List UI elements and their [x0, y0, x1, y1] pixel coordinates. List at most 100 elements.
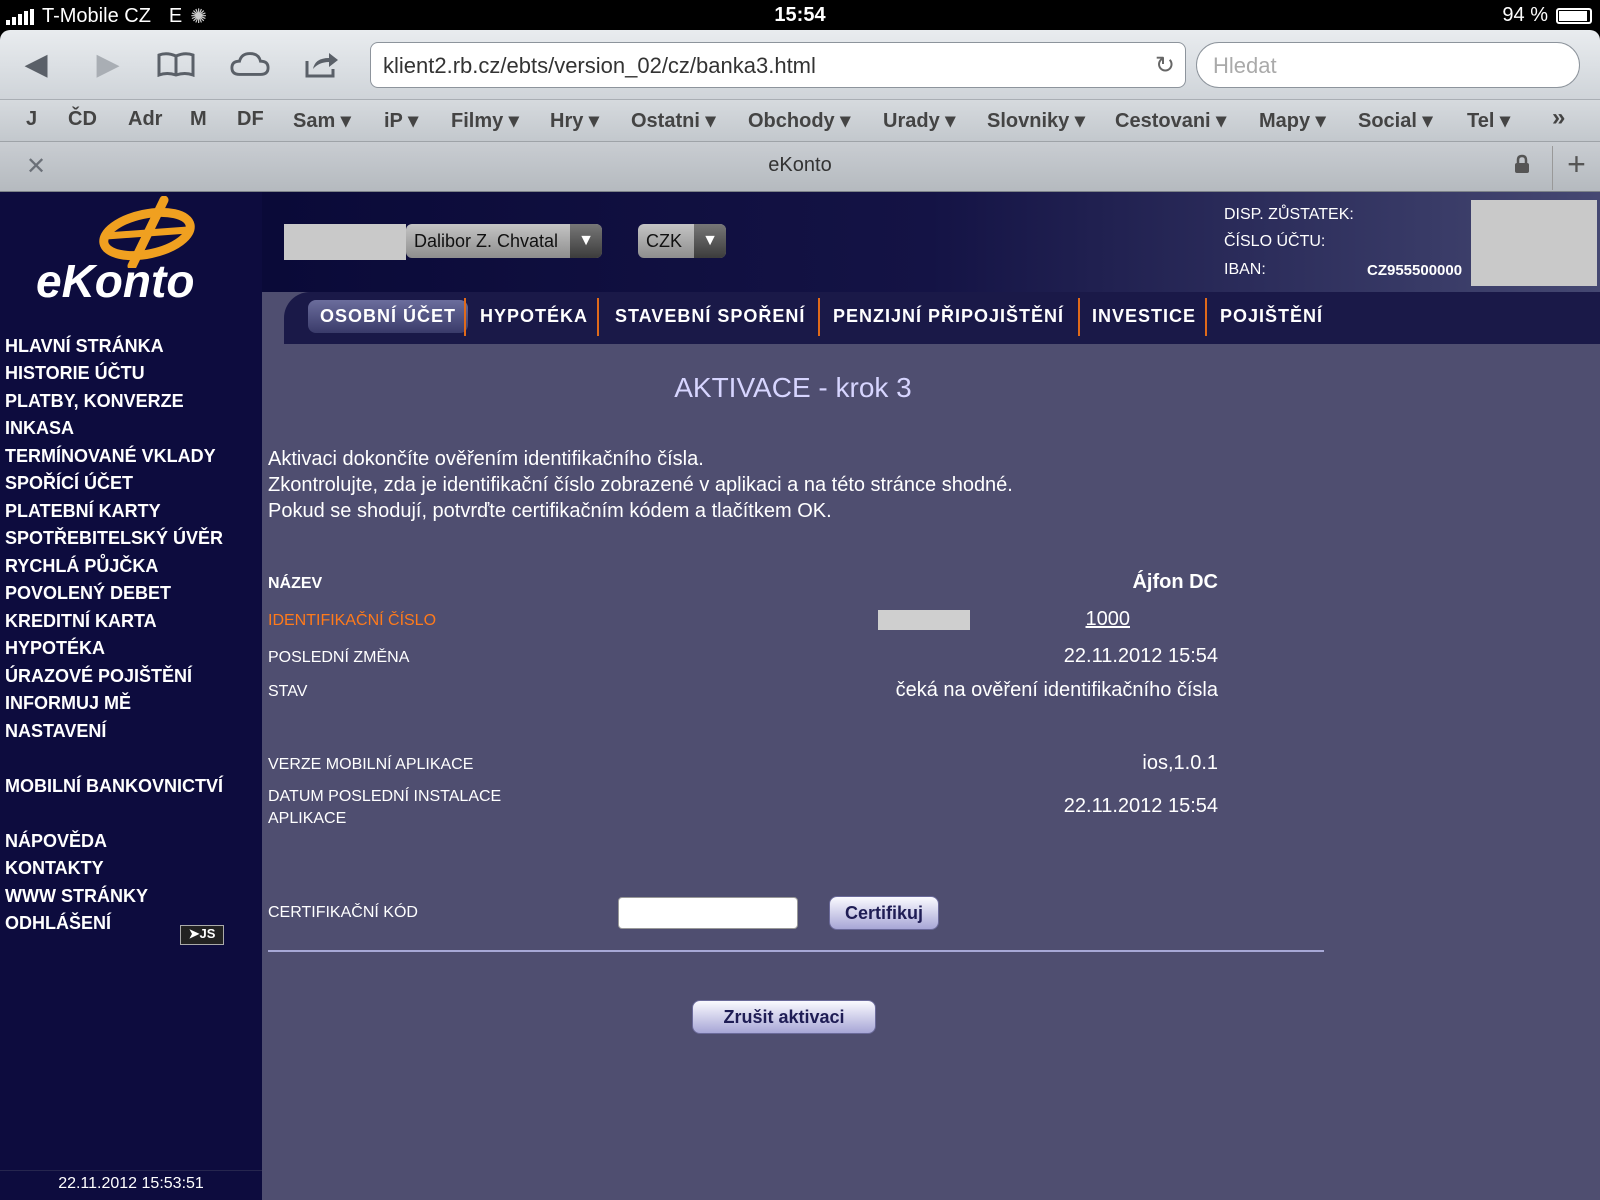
browser-toolbar: ◀ ▶ klient2.rb.cz/ebts/version_02/cz/ban… — [0, 30, 1600, 100]
sidebar-item-sporici-ucet[interactable]: SPOŘÍCÍ ÚČET — [5, 473, 133, 494]
session-timestamp: 22.11.2012 15:53:51 — [0, 1170, 262, 1193]
install-date-value: 22.11.2012 15:54 — [1063, 795, 1218, 817]
tab-penzijni-pripojisteni[interactable]: PENZIJNÍ PŘIPOJIŠTĚNÍ — [833, 306, 1064, 327]
sidebar-item-platby[interactable]: PLATBY, KONVERZE — [5, 391, 184, 412]
main-content: AKTIVACE - krok 3 Aktivaci dokončíte ově… — [262, 350, 1600, 1200]
forward-icon[interactable]: ▶ — [88, 44, 128, 84]
status-time: 15:54 — [774, 4, 826, 26]
bookmarks-icon[interactable] — [156, 44, 196, 84]
disp-balance-label: DISP. ZŮSTATEK: — [1224, 206, 1354, 223]
bookmark-item[interactable]: ČD — [68, 108, 97, 131]
bookmark-item[interactable]: Adr — [128, 108, 162, 131]
reload-icon[interactable]: ↻ — [1155, 51, 1175, 80]
sidebar-item-nastaveni[interactable]: NASTAVENÍ — [5, 721, 106, 742]
tab-pojisteni[interactable]: POJIŠTĚNÍ — [1220, 306, 1323, 327]
bookmark-item[interactable]: DF — [237, 108, 264, 131]
sidebar: eKonto HLAVNÍ STRÁNKA HISTORIE ÚČTU PLAT… — [0, 192, 262, 1200]
bookmark-item[interactable]: Tel ▾ — [1467, 108, 1510, 133]
share-icon[interactable] — [302, 44, 342, 84]
bookmark-item[interactable]: J — [26, 108, 37, 131]
browser-tab-bar: ✕ eKonto + — [0, 142, 1600, 192]
bookmark-item[interactable]: Ostatni ▾ — [631, 108, 716, 133]
sidebar-item-odhlaseni[interactable]: ODHLÁŠENÍ — [5, 913, 111, 934]
bookmark-item[interactable]: Mapy ▾ — [1259, 108, 1326, 133]
chevron-down-icon: ▼ — [570, 224, 602, 258]
last-change-label: POSLEDNÍ ZMĚNA — [268, 649, 410, 666]
currency-value: CZK — [646, 231, 682, 251]
bookmark-item[interactable]: Hry ▾ — [550, 108, 599, 133]
page-title: AKTIVACE - krok 3 — [674, 372, 912, 403]
app-version-value: ios,1.0.1 — [1142, 752, 1218, 774]
last-change-value: 22.11.2012 15:54 — [1063, 645, 1218, 667]
sidebar-item-platebni-karty[interactable]: PLATEBNÍ KARTY — [5, 501, 161, 522]
bookmark-item[interactable]: Cestovani ▾ — [1115, 108, 1226, 133]
divider — [268, 950, 1324, 952]
tab-osobni-ucet[interactable]: OSOBNÍ ÚČET — [308, 300, 469, 333]
bookmark-item[interactable]: Sam ▾ — [293, 108, 351, 133]
url-bar[interactable]: klient2.rb.cz/ebts/version_02/cz/banka3.… — [370, 42, 1186, 88]
url-text: klient2.rb.cz/ebts/version_02/cz/banka3.… — [383, 53, 816, 78]
install-date-label: DATUM POSLEDNÍ INSTALACE APLIKACE — [268, 788, 502, 827]
sidebar-item-inkasa[interactable]: INKASA — [5, 418, 74, 439]
bookmark-item[interactable]: Filmy ▾ — [451, 108, 519, 133]
intro-line: Zkontrolujte, zda je identifikační číslo… — [268, 474, 1013, 496]
sidebar-item-hlavni-stranka[interactable]: HLAVNÍ STRÁNKA — [5, 336, 164, 357]
state-label: STAV — [268, 683, 308, 700]
name-value: Ájfon DC — [1132, 571, 1218, 593]
intro-line: Aktivaci dokončíte ověřením identifikačn… — [268, 448, 704, 470]
bookmark-item[interactable]: iP ▾ — [384, 108, 418, 133]
cert-code-input[interactable] — [618, 897, 798, 929]
state-value: čeká na ověření identifikačního čísla — [895, 679, 1218, 701]
tab-investice[interactable]: INVESTICE — [1092, 306, 1196, 327]
new-tab-icon[interactable]: + — [1552, 146, 1600, 190]
page-header: Dalibor Z. Chvatal ▼ CZK ▼ DISP. ZŮSTATE… — [262, 192, 1600, 292]
tab-stavebni-sporeni[interactable]: STAVEBNÍ SPOŘENÍ — [615, 306, 805, 327]
bookmark-item[interactable]: Slovniky ▾ — [987, 108, 1085, 133]
sidebar-item-historie-uctu[interactable]: HISTORIE ÚČTU — [5, 363, 145, 384]
search-input[interactable]: Hledat — [1196, 42, 1580, 88]
bookmarks-bar: J ČD Adr M DF Sam ▾ iP ▾ Filmy ▾ Hry ▾ O… — [0, 100, 1600, 142]
sidebar-item-informuj-me[interactable]: INFORMUJ MĚ — [5, 693, 131, 714]
certify-button[interactable]: Certifikuj — [829, 896, 939, 930]
bookmark-item[interactable]: M — [190, 108, 207, 131]
iban-value: CZ955500000 — [1367, 262, 1463, 279]
sidebar-item-kreditni-karta[interactable]: KREDITNÍ KARTA — [5, 611, 157, 632]
intro-line: Pokud se shodují, potvrďte certifikačním… — [268, 500, 832, 522]
user-name: Dalibor Z. Chvatal — [414, 231, 559, 251]
battery-percent: 94 % — [1502, 4, 1548, 26]
bookmark-item[interactable]: Social ▾ — [1358, 108, 1433, 133]
tab-title[interactable]: eKonto — [0, 154, 1600, 177]
id-number-link[interactable]: 1000 — [1086, 608, 1131, 631]
sidebar-item-terminovane-vklady[interactable]: TERMÍNOVANÉ VKLADY — [5, 446, 216, 467]
cancel-activation-button[interactable]: Zrušit aktivaci — [692, 1000, 876, 1034]
sidebar-item-povoleny-debet[interactable]: POVOLENÝ DEBET — [5, 583, 171, 604]
account-number-label: ČÍSLO ÚČTU: — [1224, 233, 1326, 250]
bookmark-item[interactable]: Urady ▾ — [883, 108, 955, 133]
sidebar-item-kontakty[interactable]: KONTAKTY — [5, 858, 104, 879]
web-page: eKonto HLAVNÍ STRÁNKA HISTORIE ÚČTU PLAT… — [0, 192, 1600, 1200]
cert-code-label: CERTIFIKAČNÍ KÓD — [268, 904, 418, 921]
id-number-label: IDENTIFIKAČNÍ ČÍSLO — [268, 612, 437, 629]
ekonto-logo[interactable]: eKonto — [0, 192, 262, 342]
sidebar-item-rychla-pujcka[interactable]: RYCHLÁ PŮJČKA — [5, 556, 158, 577]
back-icon[interactable]: ◀ — [16, 44, 56, 84]
currency-select[interactable]: CZK ▼ — [638, 224, 726, 258]
sidebar-item-urazove-pojisteni[interactable]: ÚRAZOVÉ POJIŠTĚNÍ — [5, 666, 192, 687]
js-badge[interactable]: ➤JS — [180, 925, 224, 945]
intro-text: Aktivaci dokončíte ověřením identifikačn… — [268, 446, 1013, 524]
sidebar-item-napoveda[interactable]: NÁPOVĚDA — [5, 831, 107, 852]
user-select[interactable]: Dalibor Z. Chvatal ▼ — [406, 224, 602, 258]
product-tabs: OSOBNÍ ÚČET HYPOTÉKA STAVEBNÍ SPOŘENÍ PE… — [262, 292, 1600, 350]
tab-hypoteka[interactable]: HYPOTÉKA — [480, 306, 588, 327]
logo-text: eKonto — [36, 255, 195, 307]
sidebar-item-mobilni-bankovnictvi[interactable]: MOBILNÍ BANKOVNICTVÍ — [5, 776, 223, 797]
sidebar-item-www-stranky[interactable]: WWW STRÁNKY — [5, 886, 148, 907]
status-bar: T-Mobile CZ E ✺ 15:54 94 % — [0, 0, 1600, 30]
more-bookmarks-icon[interactable]: » — [1552, 104, 1565, 132]
lock-icon — [1514, 154, 1530, 179]
bookmark-item[interactable]: Obchody ▾ — [748, 108, 850, 133]
icloud-tabs-icon[interactable] — [230, 44, 270, 84]
sidebar-item-spotrebitelsky-uver[interactable]: SPOTŘEBITELSKÝ ÚVĚR — [5, 528, 223, 549]
sidebar-item-hypoteka[interactable]: HYPOTÉKA — [5, 638, 105, 659]
app-version-label: VERZE MOBILNÍ APLIKACE — [268, 756, 474, 773]
